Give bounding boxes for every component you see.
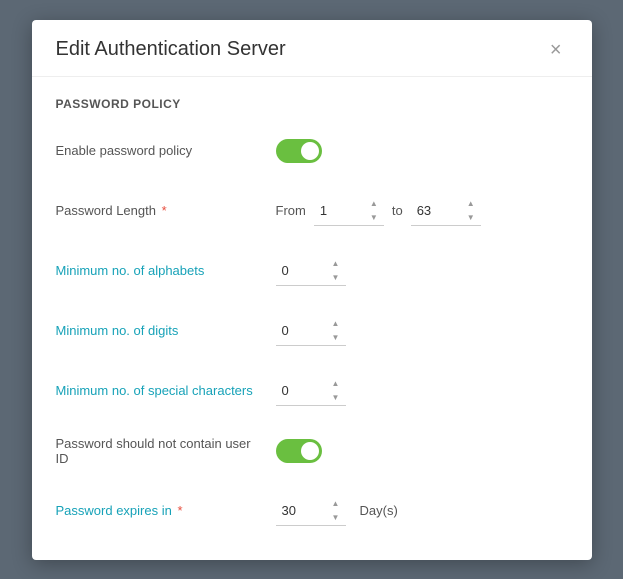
- expiry-notification-spin: ▲ ▼: [328, 556, 344, 560]
- enable-policy-row: Enable password policy: [56, 131, 568, 171]
- expires-days-label: Day(s): [360, 503, 398, 518]
- from-label: From: [276, 203, 306, 218]
- toggle-slider-on: [276, 139, 322, 163]
- min-digits-control: ▲ ▼: [276, 316, 346, 346]
- to-spin-down[interactable]: ▼: [463, 211, 479, 225]
- expiry-notification-up[interactable]: ▲: [328, 557, 344, 560]
- min-alphabets-down[interactable]: ▼: [328, 271, 344, 285]
- modal-body: PASSWORD POLICY Enable password policy P…: [32, 77, 592, 560]
- min-alphabets-control: ▲ ▼: [276, 256, 346, 286]
- to-label: to: [392, 203, 403, 218]
- min-digits-label: Minimum no. of digits: [56, 323, 276, 338]
- to-spin-up[interactable]: ▲: [463, 197, 479, 211]
- modal-title: Edit Authentication Server: [56, 38, 286, 61]
- close-button[interactable]: ×: [544, 38, 568, 62]
- no-user-id-control: [276, 439, 322, 463]
- min-digits-spin: ▲ ▼: [328, 316, 344, 346]
- from-spin-up[interactable]: ▲: [366, 197, 382, 211]
- password-expires-label: Password expires in *: [56, 503, 276, 518]
- min-special-control: ▲ ▼: [276, 376, 346, 406]
- min-alphabets-wrap: ▲ ▼: [276, 256, 346, 286]
- expiry-notification-control: ▲ ▼ Day(s): [276, 556, 398, 560]
- from-spin-buttons: ▲ ▼: [366, 196, 382, 226]
- password-expires-wrap: ▲ ▼: [276, 496, 346, 526]
- min-digits-down[interactable]: ▼: [328, 331, 344, 345]
- modal-dialog: Edit Authentication Server × PASSWORD PO…: [32, 20, 592, 560]
- no-user-id-slider: [276, 439, 322, 463]
- min-special-label: Minimum no. of special characters: [56, 383, 276, 398]
- no-user-id-row: Password should not contain userID: [56, 431, 568, 471]
- min-alphabets-spin: ▲ ▼: [328, 256, 344, 286]
- password-expires-down[interactable]: ▼: [328, 511, 344, 525]
- min-digits-row: Minimum no. of digits ▲ ▼: [56, 311, 568, 351]
- expiry-notification-wrap: ▲ ▼: [276, 556, 346, 560]
- section-title: PASSWORD POLICY: [56, 97, 568, 111]
- no-user-id-label: Password should not contain userID: [56, 436, 276, 466]
- min-special-down[interactable]: ▼: [328, 391, 344, 405]
- no-user-id-toggle[interactable]: [276, 439, 322, 463]
- min-alphabets-row: Minimum no. of alphabets ▲ ▼: [56, 251, 568, 291]
- enable-policy-control: [276, 139, 322, 163]
- expiry-notification-row: Expiry notification in * ▲ ▼ Day(s): [56, 551, 568, 560]
- password-length-label: Password Length *: [56, 203, 276, 218]
- min-digits-up[interactable]: ▲: [328, 317, 344, 331]
- required-star: *: [158, 203, 167, 218]
- password-expires-spin: ▲ ▼: [328, 496, 344, 526]
- password-expires-up[interactable]: ▲: [328, 497, 344, 511]
- min-special-spin: ▲ ▼: [328, 376, 344, 406]
- min-special-wrap: ▲ ▼: [276, 376, 346, 406]
- password-expires-control: ▲ ▼ Day(s): [276, 496, 398, 526]
- min-alphabets-up[interactable]: ▲: [328, 257, 344, 271]
- expires-required: *: [174, 503, 183, 518]
- min-digits-wrap: ▲ ▼: [276, 316, 346, 346]
- min-special-up[interactable]: ▲: [328, 377, 344, 391]
- min-alphabets-label: Minimum no. of alphabets: [56, 263, 276, 278]
- enable-policy-label: Enable password policy: [56, 143, 276, 158]
- from-input-wrap: ▲ ▼: [314, 196, 384, 226]
- to-input-wrap: ▲ ▼: [411, 196, 481, 226]
- password-length-control: From ▲ ▼ to ▲ ▼: [276, 196, 481, 226]
- enable-policy-toggle[interactable]: [276, 139, 322, 163]
- password-length-row: Password Length * From ▲ ▼ to ▲ ▼: [56, 191, 568, 231]
- to-spin-buttons: ▲ ▼: [463, 196, 479, 226]
- min-special-row: Minimum no. of special characters ▲ ▼: [56, 371, 568, 411]
- password-expires-row: Password expires in * ▲ ▼ Day(s): [56, 491, 568, 531]
- from-spin-down[interactable]: ▼: [366, 211, 382, 225]
- modal-header: Edit Authentication Server ×: [32, 20, 592, 77]
